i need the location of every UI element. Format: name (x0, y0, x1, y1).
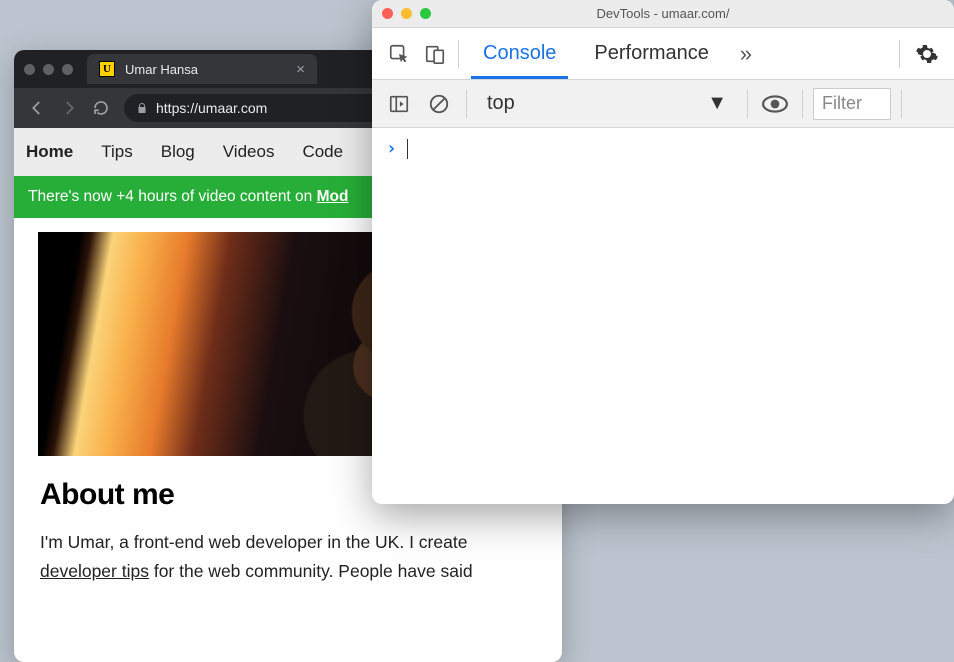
filter-input[interactable]: Filter (813, 88, 891, 120)
divider (747, 90, 748, 118)
window-controls (24, 64, 73, 75)
tab-performance[interactable]: Performance (576, 28, 727, 79)
console-prompt-icon: › (386, 138, 397, 159)
inspect-element-button[interactable] (382, 37, 416, 71)
text-cursor (407, 139, 408, 159)
divider (901, 90, 902, 118)
nav-blog[interactable]: Blog (161, 142, 195, 162)
more-tabs-button[interactable]: » (729, 37, 763, 71)
tab-performance-label: Performance (594, 42, 709, 65)
nav-code[interactable]: Code (302, 142, 343, 162)
devtools-tab-bar: Console Performance » (372, 28, 954, 80)
settings-button[interactable] (910, 37, 944, 71)
close-window-button[interactable] (24, 64, 35, 75)
chevron-down-icon: ▼ (707, 92, 727, 115)
developer-tips-link[interactable]: developer tips (40, 561, 149, 581)
browser-tab[interactable]: U Umar Hansa × (87, 54, 317, 84)
minimize-window-button[interactable] (43, 64, 54, 75)
console-toolbar: top ▼ Filter (372, 80, 954, 128)
about-paragraph: I'm Umar, a front-end web developer in t… (40, 528, 536, 586)
reload-button[interactable] (92, 99, 110, 117)
divider (802, 90, 803, 118)
console-input-row[interactable]: › (372, 128, 954, 169)
about-text-2: for the web community. People have said (149, 561, 473, 581)
back-button[interactable] (28, 99, 46, 117)
announcement-text: There's now +4 hours of video content on (28, 188, 317, 205)
divider (458, 40, 459, 68)
close-tab-button[interactable]: × (296, 62, 305, 77)
devtools-window: DevTools - umaar.com/ Console Performanc… (372, 0, 954, 504)
divider (899, 40, 900, 68)
filter-placeholder: Filter (822, 93, 862, 114)
nav-home[interactable]: Home (26, 142, 73, 162)
devtools-titlebar: DevTools - umaar.com/ (372, 0, 954, 28)
forward-button[interactable] (60, 99, 78, 117)
context-selector-value: top (487, 92, 515, 115)
clear-console-button[interactable] (422, 87, 456, 121)
tab-title: Umar Hansa (125, 62, 198, 77)
about-text-1: I'm Umar, a front-end web developer in t… (40, 532, 467, 552)
devtools-title: DevTools - umaar.com/ (372, 6, 954, 21)
nav-videos[interactable]: Videos (223, 142, 275, 162)
address-url: https://umaar.com (156, 100, 267, 116)
device-toggle-button[interactable] (418, 37, 452, 71)
divider (466, 90, 467, 118)
toggle-sidebar-button[interactable] (382, 87, 416, 121)
announcement-link[interactable]: Mod (317, 188, 349, 205)
tab-console-label: Console (483, 42, 556, 65)
live-expression-button[interactable] (758, 87, 792, 121)
tab-console[interactable]: Console (465, 28, 574, 79)
favicon-icon: U (99, 61, 115, 77)
context-selector[interactable]: top ▼ (477, 87, 737, 121)
lock-icon (136, 101, 148, 115)
nav-tips[interactable]: Tips (101, 142, 133, 162)
maximize-window-button[interactable] (62, 64, 73, 75)
